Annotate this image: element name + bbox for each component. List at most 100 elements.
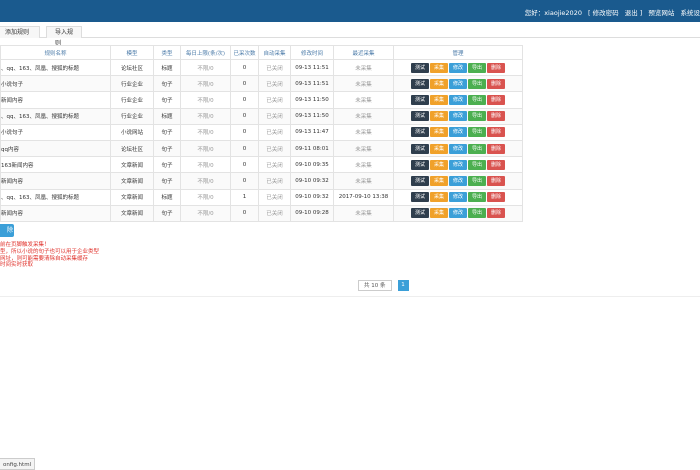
delete-button[interactable]: 删除 xyxy=(487,94,505,105)
edit-button[interactable]: 修改 xyxy=(449,159,467,170)
edit-button[interactable]: 修改 xyxy=(449,78,467,89)
change-password-link[interactable]: [ 修改密码 xyxy=(588,9,619,17)
delete-button[interactable]: 删除 xyxy=(487,111,505,122)
collect-button[interactable]: 采集 xyxy=(430,94,448,105)
test-button[interactable]: 测试 xyxy=(411,192,429,203)
export-button[interactable]: 导出 xyxy=(468,159,486,170)
manage-cell: 测试 采集 修改 导出 删除 xyxy=(393,188,523,206)
collect-button[interactable]: 采集 xyxy=(430,175,448,186)
modified-time-cell: 09-10 09:32 xyxy=(290,172,334,190)
edit-button[interactable]: 修改 xyxy=(449,111,467,122)
export-button[interactable]: 导出 xyxy=(468,208,486,219)
collect-button[interactable]: 采集 xyxy=(430,192,448,203)
collect-button[interactable]: 采集 xyxy=(430,111,448,122)
rules-table: 规则名称 模型 类型 每日上限(条/次) 已采次数 自动采集 修改时间 最近采集… xyxy=(0,45,523,222)
limit-cell: 不限/0 xyxy=(180,107,231,125)
test-button[interactable]: 测试 xyxy=(411,127,429,138)
tab-import-rule[interactable]: 导入规则 xyxy=(46,26,82,47)
limit-cell: 不限/0 xyxy=(180,123,231,141)
export-button[interactable]: 导出 xyxy=(468,94,486,105)
manage-cell: 测试 采集 修改 导出 删除 xyxy=(393,139,523,158)
count-cell: 0 xyxy=(230,123,259,141)
test-button[interactable]: 测试 xyxy=(411,78,429,89)
test-button[interactable]: 测试 xyxy=(411,208,429,219)
delete-button[interactable]: 删除 xyxy=(487,127,505,138)
table-row: 小说句子 小说网站 句子 不限/0 0 已关闭 09-13 11:47 未采集 测试 采集 修改 导出… xyxy=(0,123,523,141)
export-button[interactable]: 导出 xyxy=(468,175,486,186)
test-button[interactable]: 测试 xyxy=(411,143,429,154)
type-cell: 句子 xyxy=(153,91,181,109)
delete-button[interactable]: 删除 xyxy=(487,143,505,154)
last-collect-cell: 未采集 xyxy=(333,172,394,190)
test-button[interactable]: 测试 xyxy=(411,62,429,73)
page-1-button[interactable]: 1 xyxy=(397,280,409,291)
test-button[interactable]: 测试 xyxy=(411,175,429,186)
last-collect-cell: 未采集 xyxy=(333,123,394,141)
delete-button[interactable]: 删除 xyxy=(487,208,505,219)
collect-button[interactable]: 采集 xyxy=(430,62,448,73)
last-collect-cell: 未采集 xyxy=(333,91,394,109)
auto-collect-cell: 已关闭 xyxy=(258,139,291,158)
edit-button[interactable]: 修改 xyxy=(449,143,467,154)
edit-button[interactable]: 修改 xyxy=(449,62,467,73)
manage-cell: 测试 采集 修改 导出 删除 xyxy=(393,58,523,77)
col-daily-limit: 每日上限(条/次) xyxy=(180,45,231,60)
delete-button[interactable]: 删除 xyxy=(487,78,505,89)
edit-button[interactable]: 修改 xyxy=(449,192,467,203)
test-button[interactable]: 测试 xyxy=(411,111,429,122)
edit-button[interactable]: 修改 xyxy=(449,94,467,105)
manage-cell: 测试 采集 修改 导出 删除 xyxy=(393,91,523,109)
export-button[interactable]: 导出 xyxy=(468,62,486,73)
system-settings-link[interactable]: 系统设 xyxy=(681,9,700,17)
type-cell: 句子 xyxy=(153,75,181,93)
collect-button[interactable]: 采集 xyxy=(430,78,448,89)
count-cell: 0 xyxy=(230,156,259,174)
rule-name-cell: 163新闻内容 xyxy=(0,156,111,174)
rule-name-cell: qq内容 xyxy=(0,139,111,158)
last-collect-cell: 未采集 xyxy=(333,107,394,125)
collect-button[interactable]: 采集 xyxy=(430,127,448,138)
limit-cell: 不限/0 xyxy=(180,188,231,206)
export-button[interactable]: 导出 xyxy=(468,127,486,138)
preview-site-link[interactable]: 预览网站 xyxy=(648,9,674,17)
last-collect-cell: 未采集 xyxy=(333,75,394,93)
edit-button[interactable]: 修改 xyxy=(449,127,467,138)
delete-button[interactable]: 删除 xyxy=(487,192,505,203)
delete-button[interactable]: 删除 xyxy=(487,159,505,170)
logout-link[interactable]: 退出 ] xyxy=(625,9,643,17)
batch-delete-button[interactable]: 除 xyxy=(0,224,14,237)
auto-collect-cell: 已关闭 xyxy=(258,75,291,93)
manage-cell: 测试 采集 修改 导出 删除 xyxy=(393,123,523,141)
table-row: 新闻内容 行业企业 句子 不限/0 0 已关闭 09-13 11:50 未采集 测试 采集 修改 导出… xyxy=(0,91,523,109)
modified-time-cell: 09-13 11:51 xyxy=(290,75,334,93)
rule-name-cell: 新闻内容 xyxy=(0,204,111,222)
collect-button[interactable]: 采集 xyxy=(430,208,448,219)
col-modified-time: 修改时间 xyxy=(290,45,334,60)
col-rule-name: 规则名称 xyxy=(0,45,111,60)
export-button[interactable]: 导出 xyxy=(468,78,486,89)
modified-time-cell: 09-13 11:47 xyxy=(290,123,334,141)
edit-button[interactable]: 修改 xyxy=(449,175,467,186)
collect-button[interactable]: 采集 xyxy=(430,143,448,154)
count-cell: 0 xyxy=(230,172,259,190)
export-button[interactable]: 导出 xyxy=(468,143,486,154)
edit-button[interactable]: 修改 xyxy=(449,208,467,219)
delete-button[interactable]: 删除 xyxy=(487,175,505,186)
limit-cell: 不限/0 xyxy=(180,172,231,190)
export-button[interactable]: 导出 xyxy=(468,192,486,203)
auto-collect-cell: 已关闭 xyxy=(258,123,291,141)
tip-line: 时间实时获取 xyxy=(0,262,34,269)
pagination-total: 共 10 条 xyxy=(358,280,392,291)
table-row: 新闻内容 文章新闻 句子 不限/0 0 已关闭 09-10 09:32 未采集 测试 采集 修改 导出… xyxy=(0,172,523,190)
table-header-row: 规则名称 模型 类型 每日上限(条/次) 已采次数 自动采集 修改时间 最近采集… xyxy=(0,45,523,60)
type-cell: 句子 xyxy=(153,172,181,190)
divider xyxy=(0,296,700,297)
auto-collect-cell: 已关闭 xyxy=(258,204,291,222)
count-cell: 1 xyxy=(230,188,259,206)
test-button[interactable]: 测试 xyxy=(411,94,429,105)
test-button[interactable]: 测试 xyxy=(411,159,429,170)
tab-add-rule[interactable]: 添加规则 xyxy=(0,26,40,38)
collect-button[interactable]: 采集 xyxy=(430,159,448,170)
delete-button[interactable]: 删除 xyxy=(487,62,505,73)
export-button[interactable]: 导出 xyxy=(468,111,486,122)
